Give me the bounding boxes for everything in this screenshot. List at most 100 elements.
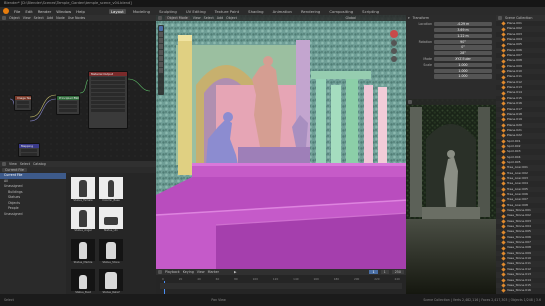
asset-thumbnail[interactable]: Statue_Marble xyxy=(70,239,96,267)
rotation-z-field[interactable]: 28° xyxy=(434,51,492,56)
asset-header-catalog[interactable]: Catalog xyxy=(33,162,46,166)
asset-thumbnail[interactable]: Column_Base xyxy=(98,177,124,205)
navigation-gizmo[interactable] xyxy=(388,29,400,69)
workspace-tab-scripting[interactable]: Scripting xyxy=(360,9,381,14)
asset-thumbnail[interactable]: Statue_Relief xyxy=(98,269,124,297)
measure-tool-icon[interactable] xyxy=(159,68,163,73)
zoom-icon[interactable] xyxy=(391,40,397,46)
location-z-field[interactable]: 1.22 m xyxy=(434,33,492,38)
node-header-node[interactable]: Node xyxy=(56,16,65,20)
location-y-field[interactable]: 3.69 m xyxy=(434,28,492,33)
timeline-menu-keying[interactable]: Keying xyxy=(183,270,194,274)
workspace-tab-modeling[interactable]: Modeling xyxy=(131,9,152,14)
scale-tool-icon[interactable] xyxy=(159,50,163,55)
asset-thumbnail[interactable]: Statue_Angel xyxy=(70,207,96,235)
render-preview-viewport[interactable] xyxy=(406,99,496,294)
catalog-unassigned-2[interactable]: Unassigned xyxy=(0,212,66,218)
3d-viewport[interactable]: Object Mode View Select Add Object Globa… xyxy=(156,15,406,276)
end-frame-field[interactable]: 250 xyxy=(391,270,404,274)
filter-icon[interactable] xyxy=(498,16,502,20)
node-header-select[interactable]: Select xyxy=(34,16,44,20)
object-type-icon xyxy=(501,26,506,32)
editor-type-icon[interactable] xyxy=(2,162,6,166)
workspace-tab-animation[interactable]: Animation xyxy=(271,9,294,14)
rotation-x-field[interactable]: 90° xyxy=(434,39,492,44)
move-tool-icon[interactable] xyxy=(159,38,163,43)
node-image-texture[interactable]: Image Texture xyxy=(14,95,32,111)
workspace-tab-layout[interactable]: Layout xyxy=(108,8,126,14)
menu-file[interactable]: File xyxy=(14,9,20,14)
workspace-tab-compositing[interactable]: Compositing xyxy=(327,9,355,14)
asset-library-select[interactable]: Current File xyxy=(2,168,27,172)
scale-y-field[interactable]: 1.000 xyxy=(434,68,492,73)
mode-row: Mode XYZ Euler xyxy=(406,56,496,62)
axis-x-icon[interactable] xyxy=(390,30,398,38)
shader-node-editor[interactable]: Object View Select Add Node Use Nodes Im… xyxy=(0,15,156,161)
transform-tool-icon[interactable] xyxy=(159,56,163,61)
transform-panel-header[interactable]: ▾ Transform xyxy=(406,15,496,21)
node-header-object[interactable]: Object xyxy=(9,16,20,20)
camera-view-icon[interactable] xyxy=(391,56,397,62)
viewport-menu-view[interactable]: View xyxy=(193,16,201,20)
workspace-tab-uv-editing[interactable]: UV Editing xyxy=(184,9,208,14)
viewport-menu-add[interactable]: Add xyxy=(217,16,223,20)
asset-header-select[interactable]: Select xyxy=(20,162,30,166)
editor-type-icon[interactable] xyxy=(158,270,162,274)
workspace-tab-texture-paint[interactable]: Texture Paint xyxy=(213,9,242,14)
scale-x-field[interactable]: 1.000 xyxy=(434,62,492,67)
menu-render[interactable]: Render xyxy=(38,9,52,14)
workspace-tab-rendering[interactable]: Rendering xyxy=(299,9,322,14)
asset-thumbnail[interactable]: Statue_Stone xyxy=(98,239,124,267)
select-box-tool-icon[interactable] xyxy=(159,26,163,31)
scale-z-field[interactable]: 1.000 xyxy=(434,74,492,79)
timeline-menu-playback[interactable]: Playback xyxy=(165,270,180,274)
rotation-mode-dropdown[interactable]: XYZ Euler xyxy=(434,56,492,62)
blender-logo-icon[interactable] xyxy=(3,8,9,14)
node-header-add[interactable]: Add xyxy=(47,16,53,20)
node-mapping[interactable]: Mapping xyxy=(18,143,40,157)
node-header-view[interactable]: View xyxy=(23,16,31,20)
asset-thumbnail[interactable]: Statue_Bust xyxy=(70,269,96,297)
start-frame-field[interactable]: 1 xyxy=(380,270,389,274)
location-x-field[interactable]: -4.29 m xyxy=(434,22,492,27)
workspace-tab-shading[interactable]: Shading xyxy=(246,9,265,14)
asset-header-view[interactable]: View xyxy=(9,162,17,166)
timeline[interactable]: Playback Keying View Marker ▶ 1 1 250 02… xyxy=(156,269,406,294)
workspace-tab-sculpting[interactable]: Sculpting xyxy=(157,9,179,14)
asset-thumbnail[interactable]: Statue_Urn xyxy=(98,207,124,235)
object-type-icon xyxy=(501,208,506,213)
editor-type-icon[interactable] xyxy=(408,100,412,104)
pan-hand-icon[interactable] xyxy=(391,48,397,54)
node-principled-bsdf[interactable]: Principled BSDF xyxy=(56,95,80,115)
outliner[interactable]: Scene Collection Plane.001 Plane.002 Plane… xyxy=(496,15,545,294)
object-mode-dropdown[interactable]: Object Mode xyxy=(165,16,190,20)
object-type-icon xyxy=(501,192,506,197)
object-type-icon xyxy=(501,165,506,171)
menu-help[interactable]: Help xyxy=(76,9,85,14)
object-type-icon xyxy=(501,37,506,42)
rotate-tool-icon[interactable] xyxy=(159,44,163,49)
annotate-tool-icon[interactable] xyxy=(159,62,163,67)
node-material-output[interactable]: Material Output xyxy=(88,71,128,129)
menu-window[interactable]: Window xyxy=(56,9,71,14)
object-type-icon xyxy=(501,139,506,144)
object-type-icon xyxy=(501,64,506,69)
outliner-row[interactable]: Vase_Stone.016 xyxy=(496,288,545,293)
timeline-menu-marker[interactable]: Marker xyxy=(208,270,219,274)
location-y-row: 3.69 m xyxy=(406,28,496,33)
asset-browser[interactable]: View Select Catalog Current File Current… xyxy=(0,161,156,294)
current-frame-field[interactable]: 1 xyxy=(369,270,378,274)
editor-type-icon[interactable] xyxy=(158,16,162,20)
asset-thumbnail[interactable]: Statue_Female xyxy=(70,177,96,205)
play-icon[interactable]: ▶ xyxy=(234,270,237,274)
viewport-menu-object[interactable]: Object xyxy=(226,16,237,20)
rotation-y-field[interactable]: 0° xyxy=(434,45,492,50)
editor-type-icon[interactable] xyxy=(2,16,6,20)
node-header-use-nodes[interactable]: Use Nodes xyxy=(68,16,86,20)
viewport-menu-select[interactable]: Select xyxy=(204,16,214,20)
cursor-tool-icon[interactable] xyxy=(159,32,163,37)
timeline-menu-view[interactable]: View xyxy=(197,270,205,274)
window-title: Blender* [D:\Blender\Scenes\Temple_Garde… xyxy=(4,1,132,5)
menu-edit[interactable]: Edit xyxy=(25,9,32,14)
transform-orientation-dropdown[interactable]: Global xyxy=(345,16,356,20)
